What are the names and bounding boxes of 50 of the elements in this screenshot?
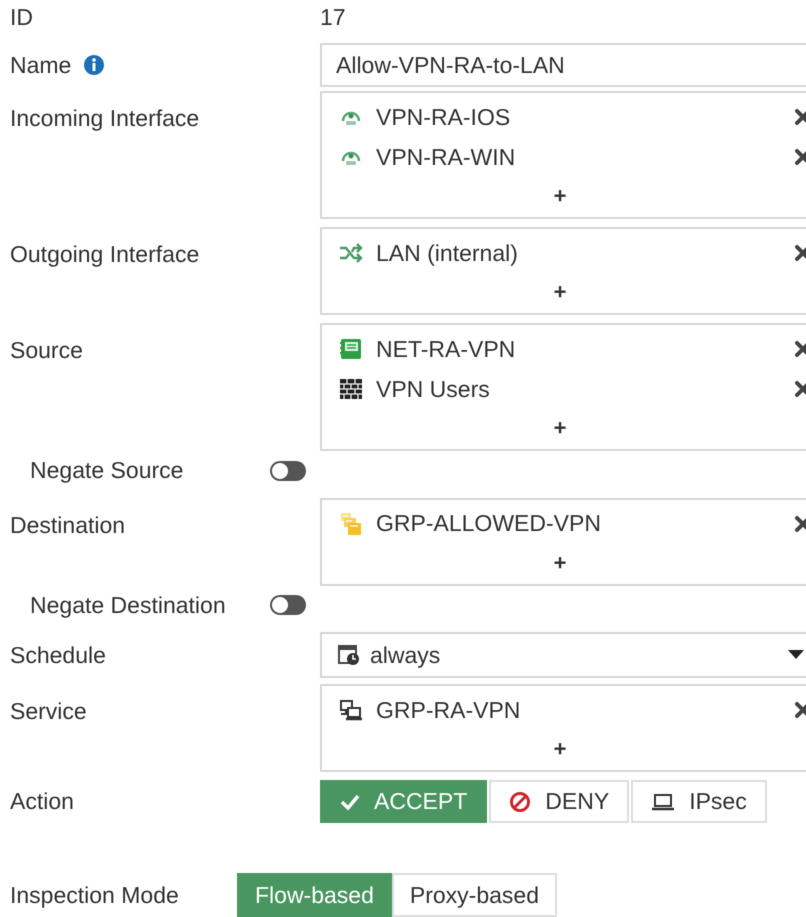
- field-label: Incoming Interface: [10, 105, 200, 132]
- add-button[interactable]: +: [554, 281, 566, 304]
- toggle-switch[interactable]: [270, 460, 306, 480]
- entry-name: GRP-RA-VPN: [376, 696, 520, 725]
- selection-box[interactable]: VPN-RA-IOS VPN-RA-WIN +: [320, 91, 806, 220]
- entry-name: GRP-ALLOWED-VPN: [376, 509, 601, 538]
- field-value: 17: [320, 3, 346, 32]
- schedule-dropdown[interactable]: always: [320, 632, 806, 678]
- check-icon: [340, 794, 360, 810]
- name-input[interactable]: Allow-VPN-RA-to-LAN: [320, 43, 806, 88]
- add-button[interactable]: +: [554, 552, 566, 574]
- network-card-icon: [338, 338, 364, 360]
- mode-option[interactable]: Flow-based: [237, 873, 392, 917]
- selection-box[interactable]: NET-RA-VPN VPN Users +: [320, 323, 806, 452]
- entry-name: VPN-RA-IOS: [376, 103, 510, 132]
- action-option[interactable]: IPsec: [631, 780, 767, 823]
- toggle-switch[interactable]: [270, 594, 306, 615]
- brick-wall-icon: [338, 378, 364, 400]
- field-label: Source: [10, 337, 83, 364]
- field-label: Name: [10, 51, 72, 80]
- field-label: Schedule: [10, 642, 106, 668]
- field-label: ID: [10, 4, 33, 30]
- entry-name: VPN-RA-WIN: [376, 143, 516, 172]
- field-label: Action: [10, 788, 74, 814]
- stacked-screens-icon: [338, 699, 364, 721]
- field-label: Service: [10, 698, 87, 724]
- shuffle-arrows-icon: [338, 243, 364, 264]
- prohibited-icon: [509, 790, 532, 812]
- entry-name: NET-RA-VPN: [376, 335, 516, 364]
- entry-name: VPN Users: [376, 375, 490, 404]
- field-label: Inspection Mode: [9, 880, 180, 910]
- calendar-clock-icon: [338, 644, 360, 666]
- add-button[interactable]: +: [554, 417, 566, 440]
- field-label: Negate Destination: [30, 590, 227, 620]
- add-button[interactable]: +: [554, 185, 566, 208]
- entry-name: LAN (internal): [376, 239, 518, 268]
- stacked-folders-icon: [338, 512, 364, 536]
- field-label: Destination: [10, 512, 126, 538]
- selection-box[interactable]: GRP-ALLOWED-VPN +: [320, 498, 806, 586]
- field-label: Outgoing Interface: [10, 241, 200, 268]
- laptop-icon: [651, 792, 676, 810]
- selected-value: always: [370, 640, 440, 670]
- add-button[interactable]: +: [554, 738, 566, 760]
- field-label: Negate Source: [30, 456, 184, 486]
- selection-box[interactable]: GRP-RA-VPN +: [320, 684, 806, 772]
- selection-box[interactable]: LAN (internal) +: [320, 227, 806, 316]
- action-option[interactable]: ACCEPT: [320, 780, 488, 823]
- caret-icon: [788, 650, 804, 660]
- action-option[interactable]: DENY: [489, 780, 630, 823]
- mode-option[interactable]: Proxy-based: [392, 873, 558, 917]
